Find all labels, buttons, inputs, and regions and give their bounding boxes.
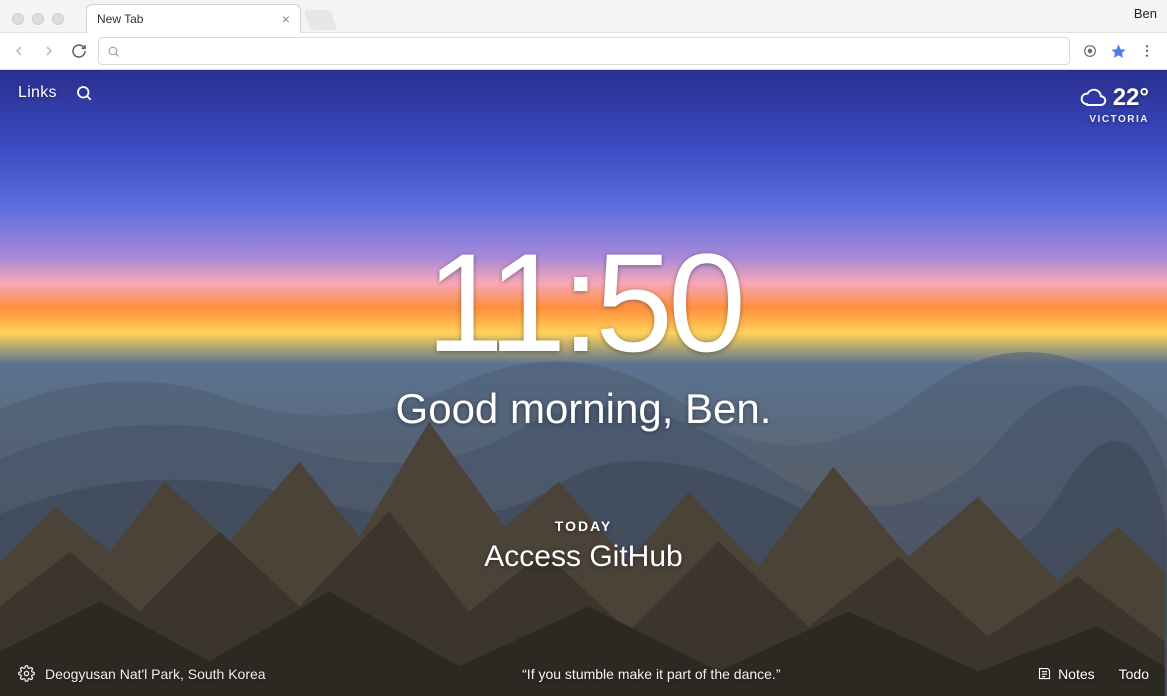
links-button[interactable]: Links bbox=[18, 84, 57, 102]
note-icon bbox=[1037, 666, 1052, 681]
cloud-icon bbox=[1079, 88, 1107, 108]
browser-chrome: New Tab × Ben bbox=[0, 0, 1167, 70]
settings-button[interactable] bbox=[18, 665, 35, 682]
search-icon bbox=[75, 84, 93, 102]
notes-button[interactable]: Notes bbox=[1037, 666, 1095, 682]
browser-toolbar bbox=[0, 32, 1167, 70]
todo-button[interactable]: Todo bbox=[1119, 666, 1149, 682]
focus-label: TODAY bbox=[484, 518, 682, 534]
clock: 11:50 bbox=[0, 233, 1167, 373]
weather-location: VICTORIA bbox=[1079, 114, 1149, 125]
titlebar: New Tab × Ben bbox=[0, 0, 1167, 32]
weather-widget[interactable]: 22° VICTORIA bbox=[1079, 84, 1149, 125]
weather-temperature: 22° bbox=[1113, 84, 1149, 112]
dashboard-search-button[interactable] bbox=[75, 84, 93, 102]
todo-label: Todo bbox=[1119, 666, 1149, 682]
quote[interactable]: “If you stumble make it part of the danc… bbox=[266, 666, 1037, 682]
bookmark-star-icon[interactable] bbox=[1110, 43, 1127, 60]
tab-close-button[interactable]: × bbox=[282, 12, 290, 26]
tab-title: New Tab bbox=[97, 12, 143, 26]
window-minimize-button[interactable] bbox=[32, 13, 44, 25]
back-button[interactable] bbox=[8, 40, 30, 62]
focus-text[interactable]: Access GitHub bbox=[484, 540, 682, 574]
address-bar[interactable] bbox=[98, 37, 1070, 65]
search-icon bbox=[107, 45, 120, 58]
new-tab-button[interactable] bbox=[304, 10, 337, 30]
browser-tab[interactable]: New Tab × bbox=[86, 4, 301, 33]
dashboard: Links 22° VICTORIA 11:50 Good morning, B… bbox=[0, 70, 1167, 696]
reload-button[interactable] bbox=[68, 40, 90, 62]
window-close-button[interactable] bbox=[12, 13, 24, 25]
forward-button[interactable] bbox=[38, 40, 60, 62]
toolbar-right-icons bbox=[1078, 43, 1159, 60]
gear-icon bbox=[18, 665, 35, 682]
notes-label: Notes bbox=[1058, 666, 1095, 682]
browser-menu-icon[interactable] bbox=[1139, 43, 1155, 59]
photo-location[interactable]: Deogyusan Nat'l Park, South Korea bbox=[45, 666, 266, 682]
window-controls bbox=[0, 13, 64, 32]
greeting: Good morning, Ben. bbox=[0, 385, 1167, 433]
location-target-icon[interactable] bbox=[1082, 43, 1098, 59]
window-maximize-button[interactable] bbox=[52, 13, 64, 25]
profile-name[interactable]: Ben bbox=[1134, 6, 1157, 21]
